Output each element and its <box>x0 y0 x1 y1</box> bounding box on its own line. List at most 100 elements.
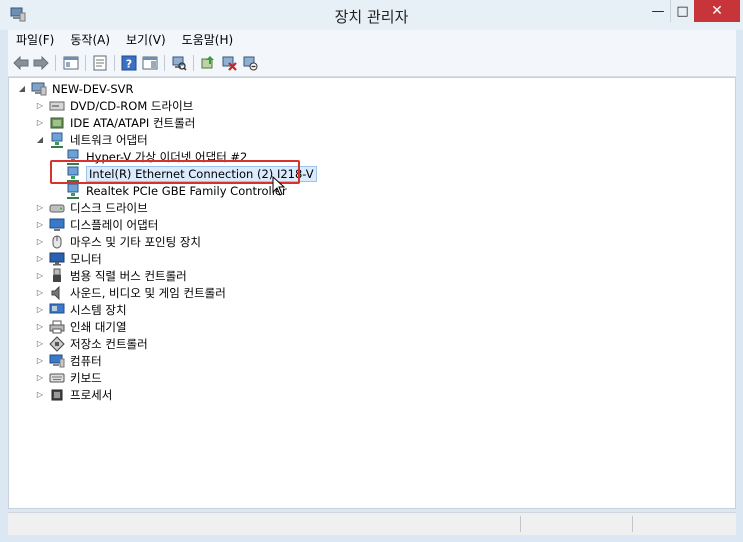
tree-item[interactable]: ▷ 범용 직렬 버스 컨트롤러 <box>35 267 187 284</box>
expand-arrow-icon[interactable]: ▷ <box>35 352 45 369</box>
expand-arrow-icon[interactable]: ▷ <box>35 114 45 131</box>
expand-arrow-icon[interactable]: ▷ <box>35 199 45 216</box>
expand-arrow-icon[interactable]: ▷ <box>35 369 45 386</box>
action-pane-icon[interactable] <box>141 54 159 72</box>
tree-item[interactable]: ▷ DVD/CD-ROM 드라이브 <box>35 97 193 114</box>
computer-icon <box>31 81 47 97</box>
tree-item-label: 네트워크 어댑터 <box>70 132 148 147</box>
usb-icon <box>49 268 65 284</box>
tree-root-label: NEW-DEV-SVR <box>52 81 134 96</box>
tree-item[interactable]: ▷ 키보드 <box>35 369 102 386</box>
tree-item[interactable]: ▷ IDE ATA/ATAPI 컨트롤러 <box>35 114 195 131</box>
toolbar: ? <box>8 50 736 77</box>
tree-item-label: 인쇄 대기열 <box>70 319 127 334</box>
tree-item-network-adapters[interactable]: ◢ 네트워크 어댑터 <box>35 131 148 148</box>
toolbar-separator <box>55 55 56 71</box>
processor-icon <box>49 387 65 403</box>
device-manager-window: 장치 관리자 — □ ✕ 파일(F) 동작(A) 보기(V) 도움말(H) ? <box>0 0 743 542</box>
tree-item-label: 모니터 <box>70 251 102 266</box>
menu-action[interactable]: 동작(A) <box>62 30 118 50</box>
toolbar-separator <box>114 55 115 71</box>
minimize-button[interactable]: — <box>646 0 670 22</box>
tree-item[interactable]: ▷ 시스템 장치 <box>35 301 127 318</box>
uninstall-device-icon[interactable] <box>220 54 238 72</box>
menu-file[interactable]: 파일(F) <box>8 30 62 50</box>
collapse-arrow-icon[interactable]: ◢ <box>35 131 45 148</box>
expand-arrow-icon[interactable]: ▷ <box>35 318 45 335</box>
tree-item-label: 디스플레이 어댑터 <box>70 217 159 232</box>
keyboard-icon <box>49 370 65 386</box>
ide-controller-icon <box>49 115 65 131</box>
close-button[interactable]: ✕ <box>694 0 740 22</box>
tree-item-label: 마우스 및 기타 포인팅 장치 <box>70 234 202 249</box>
tree-item[interactable]: ▷ 사운드, 비디오 및 게임 컨트롤러 <box>35 284 226 301</box>
tree-item-label: IDE ATA/ATAPI 컨트롤러 <box>70 115 196 130</box>
title-bar[interactable]: 장치 관리자 — □ ✕ <box>0 0 743 30</box>
tree-item-label: 디스크 드라이브 <box>70 200 148 215</box>
window-title: 장치 관리자 <box>334 8 409 26</box>
expand-arrow-icon[interactable]: ▷ <box>35 301 45 318</box>
status-bar-segment <box>520 516 521 532</box>
tree-item[interactable]: ▷ 디스크 드라이브 <box>35 199 148 216</box>
tree-child-item[interactable]: Realtek PCIe GBE Family Controller <box>65 182 287 199</box>
menu-bar: 파일(F) 동작(A) 보기(V) 도움말(H) <box>8 30 736 50</box>
printer-icon <box>49 319 65 335</box>
tree-item-label: 시스템 장치 <box>70 302 127 317</box>
maximize-button[interactable]: □ <box>670 0 694 22</box>
tree-item-label: 프로세서 <box>70 387 113 402</box>
tree-item[interactable]: ▷ 컴퓨터 <box>35 352 102 369</box>
tree-item-label: 사운드, 비디오 및 게임 컨트롤러 <box>70 285 226 300</box>
update-driver-icon[interactable] <box>199 54 217 72</box>
expand-arrow-icon[interactable]: ▷ <box>35 97 45 114</box>
tree-item-label: Realtek PCIe GBE Family Controller <box>86 183 287 198</box>
tree-item-label: DVD/CD-ROM 드라이브 <box>70 98 194 113</box>
tree-item-label: 컴퓨터 <box>70 353 102 368</box>
collapse-arrow-icon[interactable]: ◢ <box>17 80 27 97</box>
tree-item-label: 키보드 <box>70 370 102 385</box>
tree-item-label: 저장소 컨트롤러 <box>70 336 148 351</box>
expand-arrow-icon[interactable]: ▷ <box>35 284 45 301</box>
toolbar-separator <box>193 55 194 71</box>
show-hide-console-tree-icon[interactable] <box>62 54 80 72</box>
menu-view[interactable]: 보기(V) <box>118 30 174 50</box>
tree-item[interactable]: ▷ 디스플레이 어댑터 <box>35 216 158 233</box>
tree-item[interactable]: ▷ 마우스 및 기타 포인팅 장치 <box>35 233 201 250</box>
computer-icon <box>49 353 65 369</box>
dvd-drive-icon <box>49 98 65 114</box>
network-adapter-icon <box>49 132 65 148</box>
network-adapter-icon <box>65 183 81 199</box>
storage-controller-icon <box>49 335 65 352</box>
expand-arrow-icon[interactable]: ▷ <box>35 386 45 403</box>
menu-help[interactable]: 도움말(H) <box>174 30 242 50</box>
properties-icon[interactable] <box>91 54 109 72</box>
toolbar-separator <box>85 55 86 71</box>
expand-arrow-icon[interactable]: ▷ <box>35 233 45 250</box>
highlight-annotation-box <box>50 160 300 184</box>
status-bar-segment <box>632 516 633 532</box>
expand-arrow-icon[interactable]: ▷ <box>35 267 45 284</box>
expand-arrow-icon[interactable]: ▷ <box>35 335 45 352</box>
mouse-icon <box>49 234 65 250</box>
speaker-icon <box>49 285 65 301</box>
help-icon[interactable]: ? <box>120 54 138 72</box>
back-arrow-icon[interactable] <box>12 54 30 72</box>
tree-item[interactable]: ▷ 저장소 컨트롤러 <box>35 335 148 352</box>
tree-root-node[interactable]: ◢ NEW-DEV-SVR <box>17 80 134 97</box>
device-tree[interactable]: ◢ NEW-DEV-SVR ▷ DVD/CD-ROM 드라이브 ▷ IDE AT… <box>8 77 736 509</box>
svg-text:?: ? <box>126 58 132 71</box>
tree-item[interactable]: ▷ 인쇄 대기열 <box>35 318 127 335</box>
expand-arrow-icon[interactable]: ▷ <box>35 250 45 267</box>
status-bar <box>8 512 736 535</box>
disable-device-icon[interactable] <box>241 54 259 72</box>
system-device-icon <box>49 302 65 318</box>
tree-item[interactable]: ▷ 모니터 <box>35 250 102 267</box>
disk-drive-icon <box>49 200 65 216</box>
mouse-cursor-icon <box>272 175 286 199</box>
scan-hardware-icon[interactable] <box>170 54 188 72</box>
display-adapter-icon <box>49 217 65 233</box>
toolbar-separator <box>164 55 165 71</box>
expand-arrow-icon[interactable]: ▷ <box>35 216 45 233</box>
forward-arrow-icon[interactable] <box>32 54 50 72</box>
tree-item[interactable]: ▷ 프로세서 <box>35 386 112 403</box>
tree-item-label: 범용 직렬 버스 컨트롤러 <box>70 268 187 283</box>
